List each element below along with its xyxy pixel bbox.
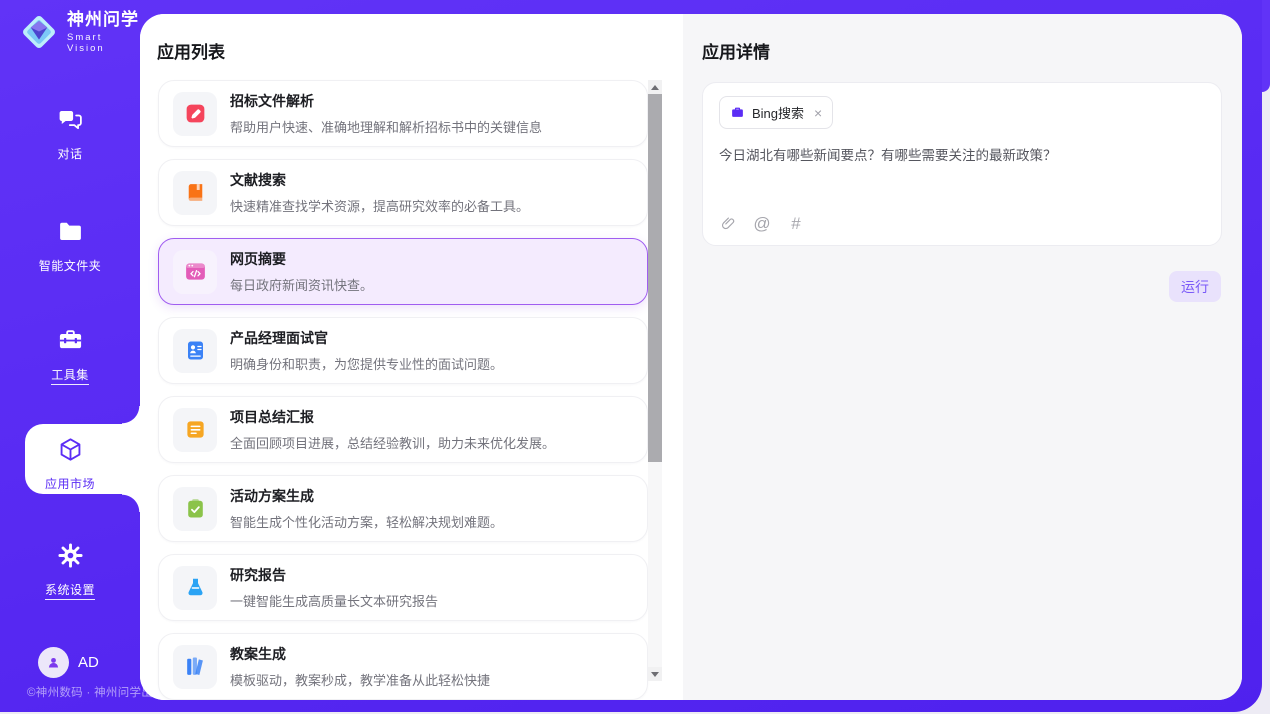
sidebar-item-chat[interactable]: 对话 bbox=[0, 106, 140, 162]
app-card-summary[interactable]: 项目总结汇报全面回顾项目进展，总结经验教训，助力未来优化发展。 bbox=[158, 396, 648, 463]
brand-subtitle: Smart Vision bbox=[67, 32, 140, 54]
literature-icon bbox=[173, 171, 217, 215]
app-list-panel: 应用列表 招标文件解析帮助用户快速、准确地理解和解析招标书中的关键信息文献搜索快… bbox=[140, 14, 683, 700]
app-card-description: 快速精准查找学术资源，提高研究效率的必备工具。 bbox=[230, 196, 529, 215]
sidebar: 神州问学 Smart Vision 对话智能文件夹工具集应用市场系统设置 AD … bbox=[0, 0, 140, 712]
sidebar-item-label: 工具集 bbox=[51, 366, 89, 385]
app-list-title: 应用列表 bbox=[157, 38, 225, 63]
app-card-description: 每日政府新闻资讯快查。 bbox=[230, 275, 373, 294]
run-button[interactable]: 运行 bbox=[1169, 271, 1221, 302]
content-area: 应用列表 招标文件解析帮助用户快速、准确地理解和解析招标书中的关键信息文献搜索快… bbox=[140, 14, 1242, 700]
user-avatar[interactable] bbox=[38, 647, 69, 678]
app-card-text: 网页摘要每日政府新闻资讯快查。 bbox=[230, 249, 373, 294]
app-card-bid-parse[interactable]: 招标文件解析帮助用户快速、准确地理解和解析招标书中的关键信息 bbox=[158, 80, 648, 147]
chip-close-icon[interactable]: × bbox=[814, 106, 822, 120]
app-card-description: 明确身份和职责，为您提供专业性的面试问题。 bbox=[230, 354, 503, 373]
app-card-title: 项目总结汇报 bbox=[230, 407, 555, 427]
bid-parse-icon bbox=[173, 92, 217, 136]
app-detail-panel: 应用详情 Bing搜索 × 今日湖北有哪些新闻要点？有哪些需要关注的最新政策？ bbox=[683, 14, 1242, 700]
active-nav-pill-connector-bottom bbox=[122, 494, 140, 512]
sidebar-item-toolset[interactable]: 工具集 bbox=[0, 327, 140, 385]
list-scrollbar[interactable] bbox=[648, 80, 662, 681]
app-card-title: 文献搜索 bbox=[230, 170, 529, 190]
app-card-text: 教案生成模板驱动，教案秒成，教学准备从此轻松快捷 bbox=[230, 644, 490, 689]
scrollbar-down-button[interactable] bbox=[648, 667, 662, 681]
app-card-research[interactable]: 研究报告一键智能生成高质量长文本研究报告 bbox=[158, 554, 648, 621]
app-card-description: 智能生成个性化活动方案，轻松解决规划难题。 bbox=[230, 512, 503, 531]
prompt-card: Bing搜索 × 今日湖北有哪些新闻要点？有哪些需要关注的最新政策？ @ # bbox=[702, 82, 1222, 246]
activity-icon bbox=[173, 487, 217, 531]
tool-chip-bing-search[interactable]: Bing搜索 × bbox=[719, 96, 833, 129]
sidebar-item-smart-folder[interactable]: 智能文件夹 bbox=[0, 218, 140, 274]
sidebar-item-label: 对话 bbox=[57, 145, 82, 162]
app-card-text: 产品经理面试官明确身份和职责，为您提供专业性的面试问题。 bbox=[230, 328, 503, 373]
gear-icon bbox=[57, 542, 84, 574]
topic-hash-icon[interactable]: # bbox=[787, 214, 805, 232]
app-card-text: 项目总结汇报全面回顾项目进展，总结经验教训，助力未来优化发展。 bbox=[230, 407, 555, 452]
sidebar-item-settings[interactable]: 系统设置 bbox=[0, 542, 140, 600]
chat-icon bbox=[57, 106, 84, 138]
app-card-webpage[interactable]: 网页摘要每日政府新闻资讯快查。 bbox=[158, 238, 648, 305]
tool-chip-label: Bing搜索 bbox=[752, 103, 804, 122]
sidebar-item-label: 应用市场 bbox=[45, 475, 95, 492]
scrollbar-up-button[interactable] bbox=[648, 80, 662, 94]
app-card-description: 一键智能生成高质量长文本研究报告 bbox=[230, 591, 438, 610]
app-detail-title: 应用详情 bbox=[702, 38, 770, 63]
app-card-interview[interactable]: 产品经理面试官明确身份和职责，为您提供专业性的面试问题。 bbox=[158, 317, 648, 384]
app-card-title: 活动方案生成 bbox=[230, 486, 503, 506]
briefcase-icon bbox=[730, 105, 745, 120]
lesson-icon bbox=[173, 645, 217, 689]
sidebar-item-label: 系统设置 bbox=[45, 581, 95, 600]
user-icon bbox=[45, 654, 62, 671]
app-card-title: 研究报告 bbox=[230, 565, 438, 585]
app-card-text: 招标文件解析帮助用户快速、准确地理解和解析招标书中的关键信息 bbox=[230, 91, 542, 136]
app-card-title: 教案生成 bbox=[230, 644, 490, 664]
paperclip-icon[interactable] bbox=[719, 214, 737, 232]
app-card-text: 文献搜索快速精准查找学术资源，提高研究效率的必备工具。 bbox=[230, 170, 529, 215]
app-list: 招标文件解析帮助用户快速、准确地理解和解析招标书中的关键信息文献搜索快速精准查找… bbox=[158, 80, 648, 700]
app-card-description: 帮助用户快速、准确地理解和解析招标书中的关键信息 bbox=[230, 117, 542, 136]
app-card-lesson[interactable]: 教案生成模板驱动，教案秒成，教学准备从此轻松快捷 bbox=[158, 633, 648, 700]
cube-icon bbox=[57, 436, 84, 468]
app-card-literature[interactable]: 文献搜索快速精准查找学术资源，提高研究效率的必备工具。 bbox=[158, 159, 648, 226]
webpage-icon bbox=[173, 250, 217, 294]
app-window: 神州问学 Smart Vision 对话智能文件夹工具集应用市场系统设置 AD … bbox=[0, 0, 1270, 714]
mention-icon[interactable]: @ bbox=[753, 214, 771, 232]
app-card-text: 活动方案生成智能生成个性化活动方案，轻松解决规划难题。 bbox=[230, 486, 503, 531]
toolbox-icon bbox=[57, 327, 84, 359]
user-initials: AD bbox=[78, 654, 99, 671]
research-icon bbox=[173, 566, 217, 610]
gem-logo-icon bbox=[18, 11, 60, 53]
brand-logo: 神州问学 Smart Vision bbox=[18, 11, 140, 54]
folder-icon bbox=[57, 218, 84, 250]
summary-icon bbox=[173, 408, 217, 452]
app-card-text: 研究报告一键智能生成高质量长文本研究报告 bbox=[230, 565, 438, 610]
app-card-title: 网页摘要 bbox=[230, 249, 373, 269]
prompt-toolbar: @ # bbox=[719, 214, 1205, 232]
window-frame-edge bbox=[1262, 0, 1270, 92]
app-card-title: 招标文件解析 bbox=[230, 91, 542, 111]
brand-name: 神州问学 bbox=[67, 11, 140, 30]
query-text[interactable]: 今日湖北有哪些新闻要点？有哪些需要关注的最新政策？ bbox=[719, 146, 1205, 214]
app-card-activity[interactable]: 活动方案生成智能生成个性化活动方案，轻松解决规划难题。 bbox=[158, 475, 648, 542]
app-card-title: 产品经理面试官 bbox=[230, 328, 503, 348]
interview-icon bbox=[173, 329, 217, 373]
sidebar-item-app-market[interactable]: 应用市场 bbox=[0, 436, 140, 492]
app-card-description: 全面回顾项目进展，总结经验教训，助力未来优化发展。 bbox=[230, 433, 555, 452]
active-nav-pill-connector-top bbox=[122, 406, 140, 424]
sidebar-item-label: 智能文件夹 bbox=[39, 257, 102, 274]
scrollbar-thumb[interactable] bbox=[648, 94, 662, 462]
app-card-description: 模板驱动，教案秒成，教学准备从此轻松快捷 bbox=[230, 670, 490, 689]
